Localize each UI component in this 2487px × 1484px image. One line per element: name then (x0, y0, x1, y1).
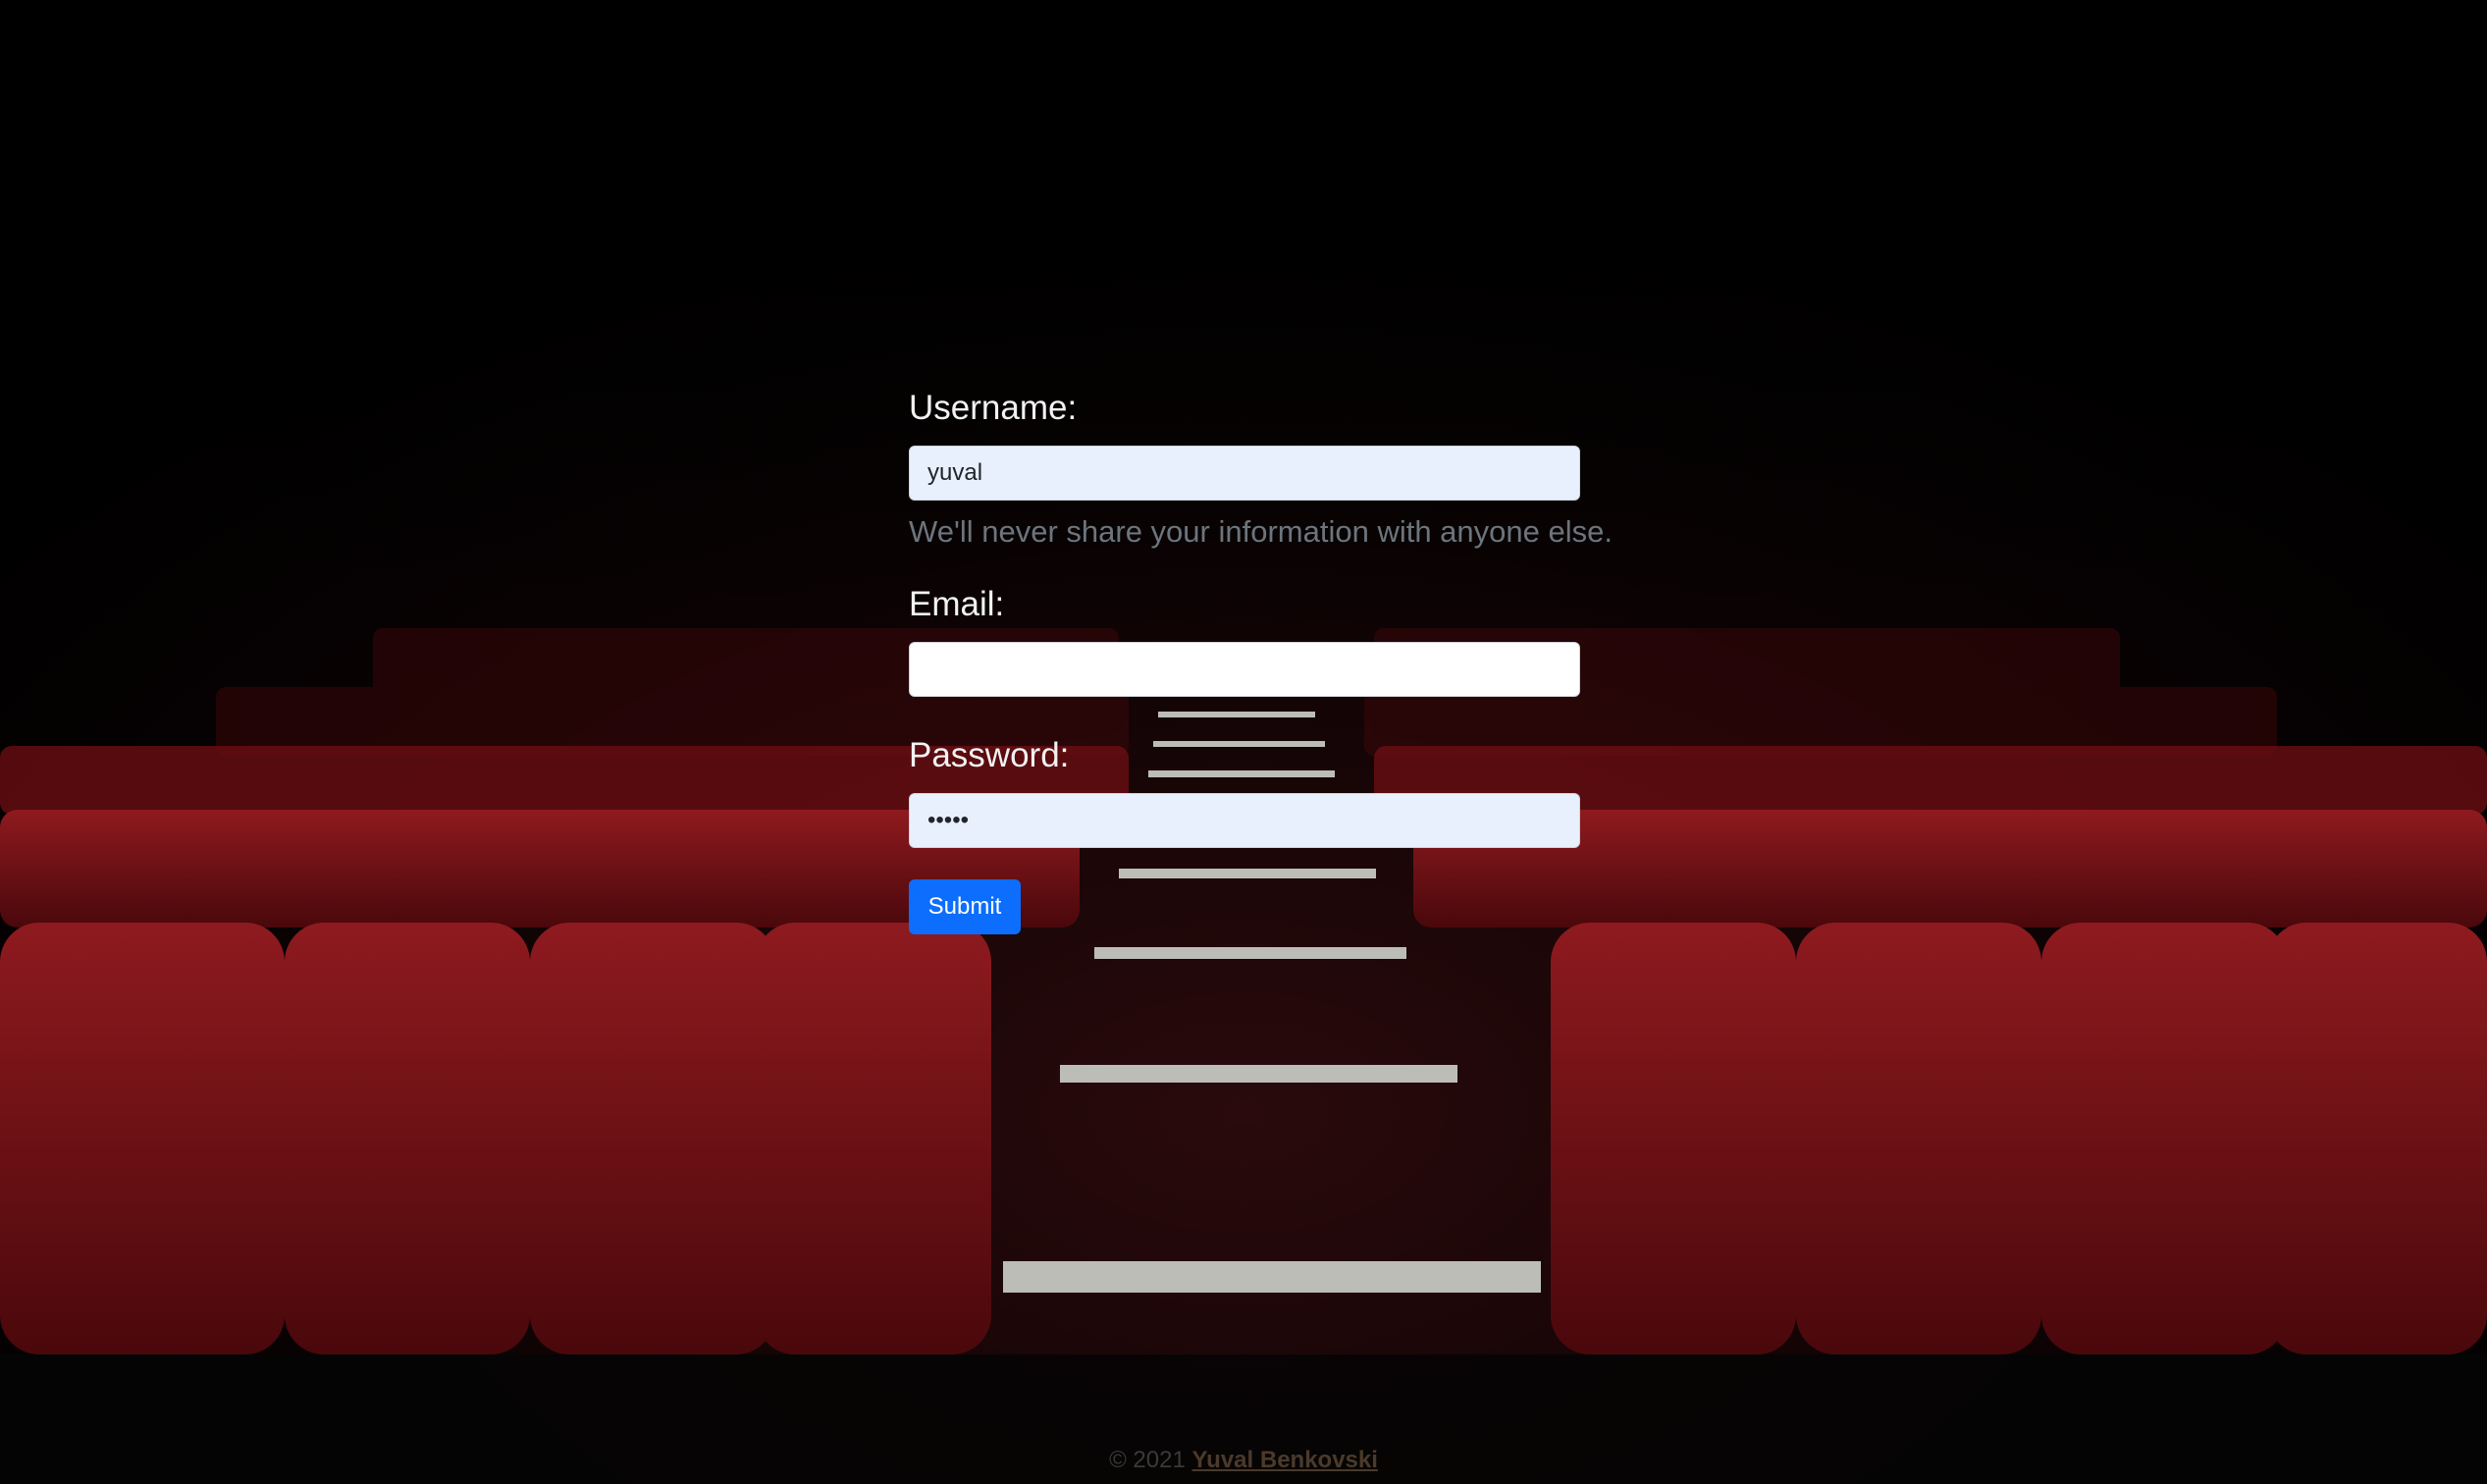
signup-form: Username: We'll never share your informa… (909, 381, 1613, 934)
email-label: Email: (909, 585, 1005, 623)
author-link[interactable]: Yuval Benkovski (1191, 1447, 1377, 1473)
password-input[interactable] (909, 793, 1580, 848)
privacy-help-text: We'll never share your information with … (909, 514, 1613, 549)
copyright-text: © 2021 (1109, 1447, 1186, 1473)
page: Username: We'll never share your informa… (0, 0, 2487, 1484)
email-input[interactable] (909, 642, 1580, 697)
submit-button[interactable]: Submit (909, 879, 1021, 934)
username-input[interactable] (909, 446, 1580, 501)
footer: © 2021 Yuval Benkovski (0, 1445, 2487, 1476)
username-label: Username: (909, 389, 1078, 427)
password-label: Password: (909, 736, 1070, 774)
